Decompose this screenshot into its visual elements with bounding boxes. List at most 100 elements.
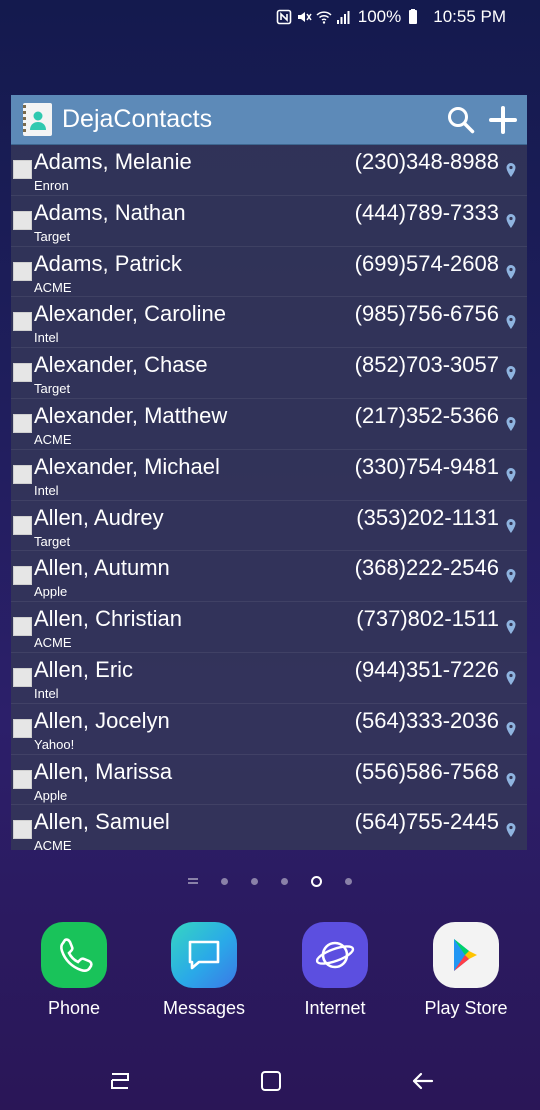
search-icon [448,106,475,133]
row-checkbox[interactable] [13,413,32,433]
contact-name[interactable]: Alexander, Michael [34,454,220,479]
contact-name[interactable]: Allen, Autumn [34,556,170,580]
location-pin-icon[interactable] [505,416,517,432]
contacts-app-icon[interactable] [23,103,52,136]
contact-phone[interactable]: (564)333-2036 [355,708,499,733]
location-pin-icon[interactable] [505,518,517,534]
row-checkbox[interactable] [13,261,32,281]
widget-header: DejaContacts [11,95,527,145]
current-page-dot[interactable] [311,875,322,887]
page-dot[interactable] [281,877,288,885]
contact-phone[interactable]: (699)574-2608 [355,251,499,276]
contact-phone[interactable]: (353)202-1131 [356,505,499,530]
messages-label: Messages [162,998,246,1018]
row-checkbox[interactable] [13,617,32,637]
contact-row[interactable]: Alexander, Michael Intel (330)754-9481 [11,450,527,501]
contact-company: Enron [34,178,69,193]
location-pin-icon[interactable] [505,772,517,788]
contact-row[interactable]: Adams, Nathan Target (444)789-7333 [11,196,527,247]
page-dot[interactable] [345,877,352,885]
contact-name[interactable]: Alexander, Caroline [34,302,226,326]
contact-row[interactable]: Alexander, Chase Target (852)703-3057 [11,348,527,399]
row-checkbox[interactable] [13,667,32,687]
contact-row[interactable]: Allen, Eric Intel (944)351-7226 [11,653,527,704]
row-checkbox[interactable] [13,820,32,840]
contact-phone[interactable]: (230)348-8988 [355,150,499,174]
contact-company: Target [34,228,71,244]
contact-row[interactable]: Allen, Christian ACME (737)802-1511 [11,602,527,653]
contact-row[interactable]: Allen, Jocelyn Yahoo! (564)333-2036 [11,704,527,755]
contact-phone[interactable]: (564)755-2445 [355,810,499,834]
messages-app[interactable]: Messages [149,922,259,1019]
contact-row[interactable]: Adams, Melanie Enron (230)348-8988 [11,145,527,196]
contact-company: Apple [34,584,68,600]
row-checkbox[interactable] [13,464,32,484]
contact-row[interactable]: Allen, Marissa Apple (556)586-7568 [11,755,527,806]
contact-row[interactable]: Alexander, Caroline Intel (985)756-6756 [11,297,527,349]
location-pin-icon[interactable] [505,467,517,483]
contact-name[interactable]: Allen, Audrey [34,505,164,530]
location-pin-icon[interactable] [505,568,517,584]
contact-phone[interactable]: (852)703-3057 [355,353,499,377]
row-checkbox[interactable] [13,160,32,179]
contact-phone[interactable]: (944)351-7226 [355,657,499,682]
add-contact-button[interactable] [487,104,519,136]
contact-name[interactable]: Allen, Marissa [34,759,172,784]
status-bar: 100% 10:55 PM [0,0,540,34]
contact-company: Target [34,381,71,397]
contact-row[interactable]: Alexander, Matthew ACME (217)352-5366 [11,399,527,450]
contact-phone[interactable]: (556)586-7568 [355,759,499,784]
location-pin-icon[interactable] [505,721,517,737]
row-checkbox[interactable] [13,515,32,535]
play-store-app[interactable]: Play Store [411,922,521,1019]
contact-phone[interactable]: (217)352-5366 [355,403,499,428]
home-button[interactable] [256,1066,286,1096]
home-icon [261,1071,281,1091]
contact-row[interactable]: Allen, Audrey Target (353)202-1131 [11,501,527,552]
signal-icon [336,9,352,25]
contact-name[interactable]: Adams, Melanie [34,150,192,174]
contact-list: Adams, Melanie Enron (230)348-8988 Adams, N… [11,145,527,850]
contact-name[interactable]: Allen, Eric [34,657,133,682]
location-pin-icon[interactable] [505,314,517,330]
contact-name[interactable]: Adams, Nathan [34,200,186,225]
contact-name[interactable]: Allen, Jocelyn [34,708,170,733]
play-store-icon [433,922,499,988]
contact-name[interactable]: Alexander, Chase [34,353,208,377]
contact-name[interactable]: Alexander, Matthew [34,403,227,428]
row-checkbox[interactable] [13,718,32,738]
row-checkbox[interactable] [13,363,32,383]
contact-phone[interactable]: (737)802-1511 [356,607,499,631]
home-page-indicator[interactable] [188,878,198,884]
contact-name[interactable]: Allen, Christian [34,607,182,631]
contact-row[interactable]: Adams, Patrick ACME (699)574-2608 [11,247,527,298]
phone-app[interactable]: Phone [19,922,129,1019]
location-pin-icon[interactable] [505,822,517,838]
contact-phone[interactable]: (444)789-7333 [355,200,499,225]
internet-app[interactable]: Internet [280,922,390,1019]
contact-name[interactable]: Adams, Patrick [34,251,182,276]
back-button[interactable] [408,1066,438,1096]
navigation-bar [0,1050,540,1110]
row-checkbox[interactable] [13,769,32,789]
contact-phone[interactable]: (368)222-2546 [355,556,499,580]
location-pin-icon[interactable] [505,264,517,280]
contact-name[interactable]: Allen, Samuel [34,810,170,834]
location-pin-icon[interactable] [505,670,517,686]
page-dot[interactable] [251,877,258,885]
search-button[interactable] [445,104,477,136]
contact-row[interactable]: Allen, Samuel ACME (564)755-2445 [11,805,527,850]
nfc-icon [276,9,292,25]
contact-phone[interactable]: (985)756-6756 [355,302,499,326]
location-pin-icon[interactable] [505,162,517,178]
contact-phone[interactable]: (330)754-9481 [355,454,499,479]
recents-button[interactable] [106,1066,136,1096]
page-dot[interactable] [221,877,228,885]
row-checkbox[interactable] [13,210,32,230]
contact-row[interactable]: Allen, Autumn Apple (368)222-2546 [11,551,527,603]
location-pin-icon[interactable] [505,213,517,229]
location-pin-icon[interactable] [505,619,517,635]
row-checkbox[interactable] [13,566,32,586]
row-checkbox[interactable] [13,312,32,332]
location-pin-icon[interactable] [505,365,517,381]
